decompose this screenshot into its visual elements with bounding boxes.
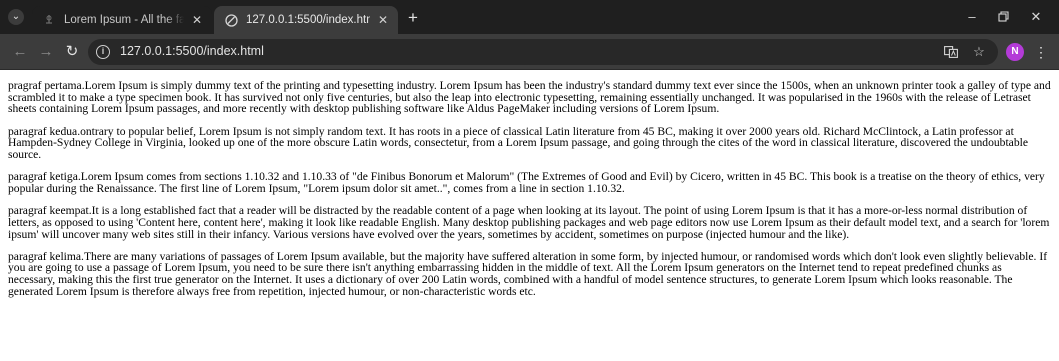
kebab-menu-icon[interactable]: ⋮ (1034, 43, 1048, 61)
restore-icon[interactable] (993, 7, 1013, 27)
paragraph-2: paragraf kedua.ontrary to popular belief… (8, 124, 1028, 162)
address-url[interactable]: 127.0.0.1:5500/index.html (120, 44, 264, 58)
paragraph-1: pragraf pertama.Lorem Ipsum is simply du… (8, 79, 1051, 116)
tab-index-html[interactable]: 127.0.0.1:5500/index.html ✕ (214, 6, 398, 34)
chevron-down-icon[interactable]: ⌄ (8, 9, 24, 25)
minimize-icon[interactable]: – (962, 7, 982, 27)
globe-icon (224, 13, 238, 27)
arrow-right-icon[interactable]: → (36, 42, 56, 62)
address-bar[interactable]: i 127.0.0.1:5500/index.html ☆ (88, 39, 998, 65)
tab-strip: ⌄ Lorem Ipsum - All the facts - Lipsum ✕… (0, 0, 1059, 34)
info-icon[interactable]: i (96, 45, 110, 59)
browser-toolbar: ← → ↻ i 127.0.0.1:5500/index.html ☆ N ⋮ (0, 34, 1059, 70)
translate-icon[interactable] (942, 43, 960, 61)
close-icon[interactable]: ✕ (374, 11, 392, 29)
reload-icon[interactable]: ↻ (62, 42, 82, 62)
close-icon[interactable]: ✕ (1026, 7, 1046, 27)
paragraph-3: paragraf ketiga.Lorem Ipsum comes from s… (8, 170, 1045, 195)
tab-lorem-ipsum[interactable]: Lorem Ipsum - All the facts - Lipsum ✕ (32, 6, 212, 34)
lipsum-favicon-icon (42, 13, 56, 27)
star-icon[interactable]: ☆ (970, 43, 988, 61)
page-content: pragraf pertama.Lorem Ipsum is simply du… (0, 70, 1059, 361)
plus-icon[interactable]: + (404, 9, 422, 27)
close-icon[interactable]: ✕ (188, 11, 206, 29)
avatar[interactable]: N (1006, 43, 1024, 61)
paragraph-4: paragraf keempat.It is a long establishe… (8, 204, 1050, 241)
paragraph-5: paragraf kelima.There are many variation… (8, 249, 1048, 298)
tab-title: Lorem Ipsum - All the facts - Lipsum (64, 14, 184, 26)
tab-title: 127.0.0.1:5500/index.html (246, 14, 370, 26)
arrow-left-icon[interactable]: ← (10, 42, 30, 62)
